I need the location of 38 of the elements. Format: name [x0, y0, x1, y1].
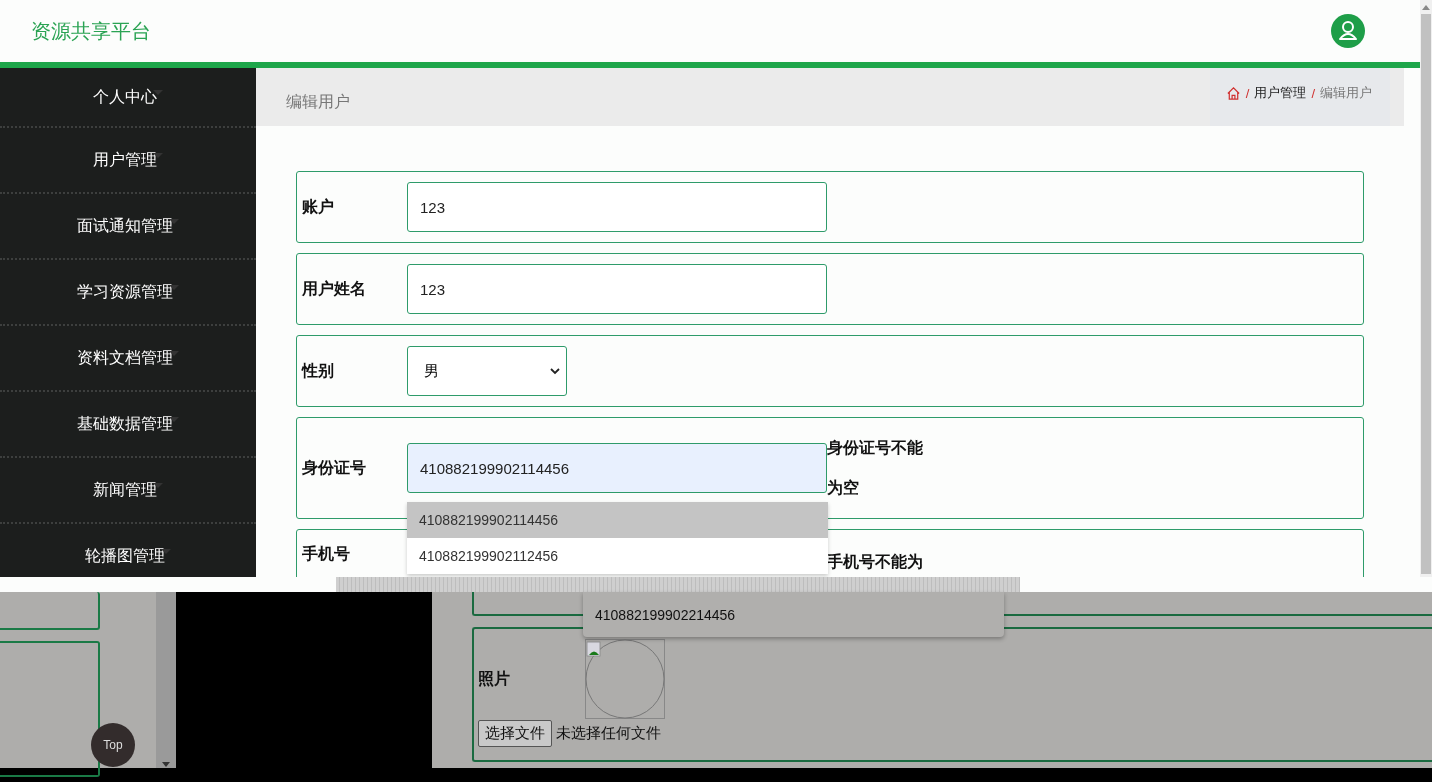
error-message: 身份证号不能为空	[827, 438, 924, 498]
autocomplete-option[interactable]: 410882199902114456	[407, 502, 828, 538]
scroll-up-icon[interactable]	[1422, 4, 1430, 10]
autocomplete-option[interactable]: 410882199902214456	[583, 592, 1004, 637]
field-label: 账户	[302, 196, 335, 217]
breadcrumb-current: 编辑用户	[1320, 84, 1372, 102]
page-title: 编辑用户	[285, 91, 350, 112]
file-status: 未选择任何文件	[556, 724, 661, 743]
scrollbar[interactable]	[156, 592, 176, 768]
text-field[interactable]: 123	[407, 264, 827, 314]
breadcrumb-separator: /	[1245, 85, 1250, 101]
sidebar-item[interactable]: 资料文档管理	[0, 326, 256, 392]
scrollbar[interactable]	[1420, 0, 1432, 577]
sidebar-item[interactable]: 基础数据管理	[0, 392, 256, 458]
sidebar-item[interactable]: 学习资源管理	[0, 260, 256, 326]
chevron-icon	[550, 367, 560, 375]
sidebar-item[interactable]: 面试通知管理	[0, 194, 256, 260]
sidebar-item[interactable]: 新闻管理	[0, 458, 256, 524]
breadcrumb-link[interactable]: 用户管理	[1254, 84, 1307, 102]
sidebar-item[interactable]: 用户管理	[0, 128, 256, 194]
field-label: 照片	[478, 668, 511, 689]
text-field[interactable]: 410882199902114456	[407, 443, 827, 493]
choose-file-button[interactable]: 选择文件	[478, 720, 552, 747]
broken-image-icon	[585, 639, 665, 719]
home-icon[interactable]	[1225, 85, 1241, 101]
field-label: 手机号	[302, 544, 351, 564]
site-title: 资源共享平台	[31, 18, 151, 44]
user-icon[interactable]	[1331, 14, 1365, 48]
breadcrumb-separator: /	[1311, 85, 1315, 101]
field-label: 用户姓名	[302, 278, 367, 299]
field-label: 身份证号	[302, 457, 367, 478]
sidebar-item[interactable]: 轮播图管理	[0, 524, 256, 577]
field-label: 性别	[302, 360, 335, 381]
error-message: 手机号不能为	[827, 552, 924, 572]
autocomplete-option[interactable]: 410882199902112456	[407, 538, 828, 574]
text-field[interactable]: 123	[407, 182, 827, 232]
back-to-top-button[interactable]: Top	[91, 723, 135, 767]
select-field[interactable]: 男	[407, 346, 567, 396]
